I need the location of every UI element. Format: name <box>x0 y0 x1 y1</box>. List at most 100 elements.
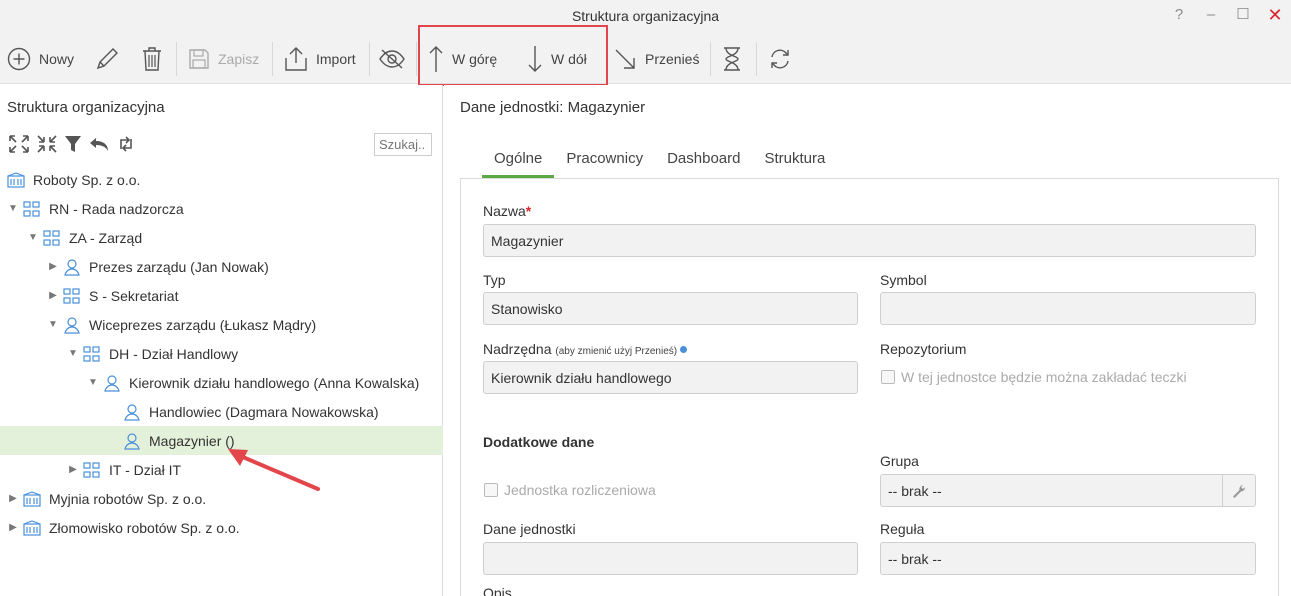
tree-item-label: ZA - Zarząd <box>69 229 143 246</box>
wrench-icon[interactable] <box>1222 475 1255 506</box>
toolbar-separator <box>369 42 370 76</box>
person-icon <box>123 432 141 450</box>
title-bar: Struktura organizacyjna ? – ☐ ✕ <box>0 0 1291 34</box>
expand-all-icon[interactable] <box>8 134 30 154</box>
collapsed-toggle-icon[interactable]: ▶ <box>7 493 19 505</box>
name-field[interactable]: Magazynier <box>483 224 1256 257</box>
tree-item[interactable]: ▶ Złomowisko robotów Sp. z o.o. <box>0 513 443 542</box>
search-input[interactable] <box>374 133 432 156</box>
tree-item[interactable]: ▶ S - Sekretariat <box>0 281 443 310</box>
filter-icon[interactable] <box>64 134 82 154</box>
tab-employees[interactable]: Pracownicy <box>554 149 655 178</box>
highlight-box <box>418 25 608 86</box>
type-field[interactable]: Stanowisko <box>483 292 858 325</box>
expanded-toggle-icon[interactable]: ▼ <box>7 203 19 215</box>
department-icon <box>83 345 101 362</box>
tree-panel: Struktura organizacyjna Roboty Sp. z o.o… <box>0 85 443 596</box>
tree-item-label: S - Sekretariat <box>89 287 179 304</box>
department-icon <box>83 461 101 478</box>
sync-icon[interactable] <box>116 134 136 154</box>
tree-item[interactable]: ▶ IT - Dział IT <box>0 455 443 484</box>
pencil-icon <box>96 48 118 70</box>
collapsed-toggle-icon[interactable]: ▶ <box>47 290 59 302</box>
edit-button[interactable] <box>94 42 120 76</box>
department-icon <box>43 229 61 246</box>
import-button[interactable]: Import <box>284 42 356 76</box>
tree-item[interactable]: ▼ DH - Dział Handlowy <box>0 339 443 368</box>
tree-item[interactable]: ▶ Myjnia robotów Sp. z o.o. <box>0 484 443 513</box>
group-field[interactable]: -- brak -- <box>880 474 1256 507</box>
delete-button[interactable] <box>141 42 163 76</box>
form-panel: Nazwa* Magazynier Typ Stanowisko Symbol … <box>460 178 1279 596</box>
tree-item-label: Wiceprezes zarządu (Łukasz Mądry) <box>89 316 317 333</box>
group-label: Grupa <box>880 453 919 469</box>
type-label: Typ <box>483 272 506 288</box>
tree-item-label: RN - Rada nadzorcza <box>49 200 184 217</box>
collapsed-toggle-icon[interactable]: ▶ <box>7 522 19 534</box>
tree-item[interactable]: ▼ Wiceprezes zarządu (Łukasz Mądry) <box>0 310 443 339</box>
detail-panel: Dane jednostki: Magazynier Ogólne Pracow… <box>444 85 1291 596</box>
tab-dashboard[interactable]: Dashboard <box>655 149 752 178</box>
rule-field[interactable]: -- brak -- <box>880 542 1256 575</box>
repository-label: Repozytorium <box>880 341 967 357</box>
tree-item[interactable]: ▶ Prezes zarządu (Jan Nowak) <box>0 252 443 281</box>
parent-label: Nadrzędna (aby zmienić użyj Przenieś) <box>483 341 688 357</box>
history-button[interactable] <box>722 42 742 76</box>
tree-item-label: Magazynier () <box>149 432 235 449</box>
symbol-label: Symbol <box>880 272 927 288</box>
tree-item-label: DH - Dział Handlowy <box>109 345 239 362</box>
expanded-toggle-icon[interactable]: ▼ <box>67 348 79 360</box>
refresh-button[interactable] <box>768 42 792 76</box>
billing-unit-checkbox-row[interactable]: Jednostka rozliczeniowa <box>484 482 656 498</box>
description-label: Opis <box>483 585 512 596</box>
window-title: Struktura organizacyjna <box>571 8 720 24</box>
move-button[interactable]: Przenieś <box>613 42 699 76</box>
import-button-label: Import <box>316 51 356 67</box>
person-icon <box>123 403 141 421</box>
tree-item-label: IT - Dział IT <box>109 461 182 478</box>
collapsed-toggle-icon[interactable]: ▶ <box>67 464 79 476</box>
expanded-toggle-icon[interactable]: ▼ <box>47 319 59 331</box>
toggle-spacer <box>107 406 119 418</box>
panel-title: Struktura organizacyjna <box>7 99 165 116</box>
collapse-all-icon[interactable] <box>36 134 58 154</box>
collapsed-toggle-icon[interactable]: ▶ <box>47 261 59 273</box>
new-button-label: Nowy <box>39 51 75 67</box>
repository-checkbox[interactable] <box>881 370 895 384</box>
toolbar-separator <box>710 42 711 76</box>
toolbar: Nowy Zapisz Import W górę W dół Przenieś <box>0 34 1291 84</box>
new-button[interactable]: Nowy <box>7 42 74 76</box>
expanded-toggle-icon[interactable]: ▼ <box>27 232 39 244</box>
tree-item-label: Złomowisko robotów Sp. z o.o. <box>49 519 240 536</box>
hide-button[interactable] <box>378 42 406 76</box>
billing-unit-label: Jednostka rozliczeniowa <box>504 482 656 498</box>
help-button[interactable]: ? <box>1168 6 1190 24</box>
unit-data-label: Dane jednostki <box>483 521 576 537</box>
department-icon <box>63 287 81 304</box>
tab-structure[interactable]: Struktura <box>752 149 837 178</box>
tree-item[interactable]: Roboty Sp. z o.o. <box>0 165 443 194</box>
save-button[interactable]: Zapisz <box>188 42 259 76</box>
tree-item[interactable]: Handlowiec (Dagmara Nowakowska) <box>0 397 443 426</box>
parent-hint: (aby zmienić użyj Przenieś) <box>555 346 678 357</box>
tab-general[interactable]: Ogólne <box>482 149 555 178</box>
minimize-button[interactable]: – <box>1200 6 1222 24</box>
unit-data-field[interactable] <box>483 542 858 575</box>
repository-checkbox-row[interactable]: W tej jednostce będzie można zakładać te… <box>881 369 1187 385</box>
annotation-arrow <box>228 449 320 491</box>
info-icon[interactable] <box>680 346 688 353</box>
detail-tabs: Ogólne Pracownicy Dashboard Struktura <box>482 149 837 178</box>
expanded-toggle-icon[interactable]: ▼ <box>87 377 99 389</box>
undo-icon[interactable] <box>88 134 110 154</box>
billing-unit-checkbox[interactable] <box>484 483 498 497</box>
close-button[interactable]: ✕ <box>1264 6 1286 24</box>
tree-item[interactable]: ▼ ZA - Zarząd <box>0 223 443 252</box>
tree-item[interactable]: Magazynier () <box>0 426 443 455</box>
tree-item[interactable]: ▼ Kierownik działu handlowego (Anna Kowal… <box>0 368 443 397</box>
symbol-field[interactable] <box>880 292 1256 325</box>
maximize-button[interactable]: ☐ <box>1232 6 1254 24</box>
tree-item[interactable]: ▼ RN - Rada nadzorcza <box>0 194 443 223</box>
tree-item-label: Kierownik działu handlowego (Anna Kowals… <box>129 374 420 391</box>
tree-item-label: Handlowiec (Dagmara Nowakowska) <box>149 403 379 420</box>
tree-toolbar <box>8 133 136 155</box>
